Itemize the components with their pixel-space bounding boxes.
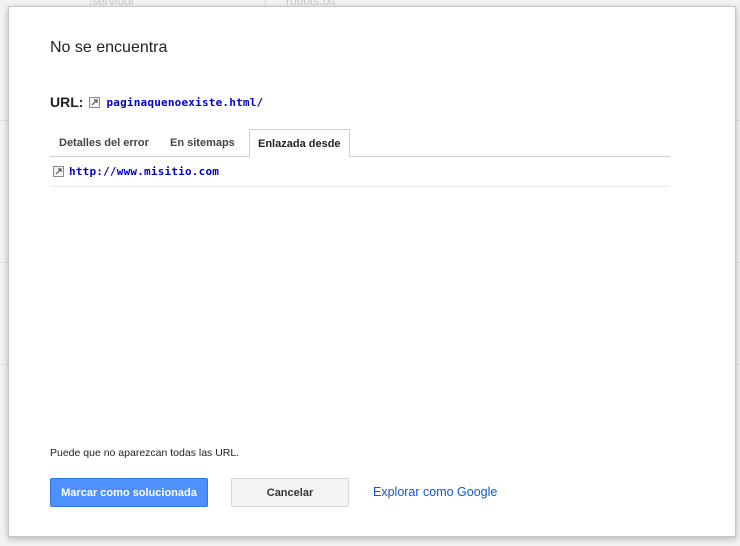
fetch-as-google-link[interactable]: Explorar como Google <box>373 485 497 499</box>
list-item: http://www.misitio.com <box>50 157 670 187</box>
external-link-icon[interactable] <box>89 96 101 108</box>
dialog-title: No se encuentra <box>50 39 168 56</box>
tab-in-sitemaps[interactable]: En sitemaps <box>162 129 243 157</box>
cancel-button[interactable]: Cancelar <box>231 478 349 507</box>
linked-from-link[interactable]: http://www.misitio.com <box>69 165 219 178</box>
tab-linked-from[interactable]: Enlazada desde <box>249 129 350 158</box>
url-row: URL: paginaquenoexiste.html/ <box>50 93 263 111</box>
mark-fixed-button[interactable]: Marcar como solucionada <box>50 478 208 507</box>
url-label: URL: <box>50 94 84 110</box>
url-link[interactable]: paginaquenoexiste.html/ <box>106 96 263 109</box>
external-link-icon[interactable] <box>53 166 64 177</box>
not-found-dialog: No se encuentra URL: paginaquenoexiste.h… <box>8 6 736 537</box>
tab-bar: Detalles del error En sitemaps Enlazada … <box>50 129 670 158</box>
note-text: Puede que no aparezcan todas las URL. <box>50 447 240 459</box>
tab-error-details[interactable]: Detalles del error <box>51 129 157 157</box>
